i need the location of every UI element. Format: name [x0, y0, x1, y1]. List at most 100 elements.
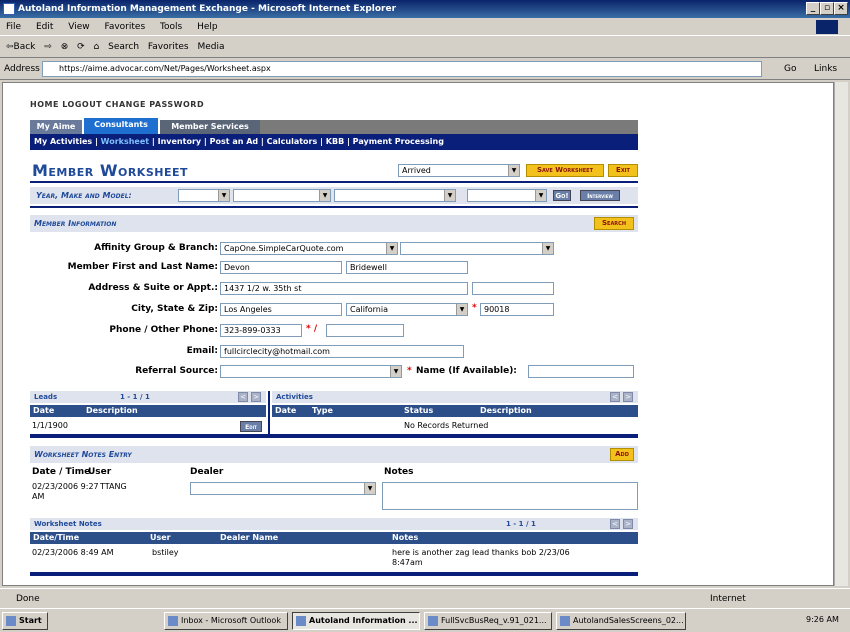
- taskbar-item-outlook[interactable]: Inbox - Microsoft Outlook: [164, 612, 288, 630]
- maximize-button[interactable]: ▫: [820, 2, 834, 15]
- home-icon[interactable]: ⌂: [94, 42, 100, 52]
- make-select[interactable]: ▼: [233, 189, 331, 202]
- leads-count: 1 - 1 / 1: [120, 393, 150, 401]
- nav-my-activities[interactable]: My Activities: [34, 137, 92, 146]
- state-select[interactable]: California ▼: [346, 303, 468, 316]
- start-button[interactable]: Start: [2, 612, 48, 630]
- interview-button[interactable]: Interview: [580, 190, 620, 201]
- windows-icon: [6, 616, 16, 626]
- internet-zone: Internet: [710, 594, 746, 604]
- notes-textarea[interactable]: [382, 482, 638, 510]
- taskbar-label: AutolandSalesScreens_02...: [573, 616, 684, 625]
- nav-post-ad[interactable]: Post an Ad: [210, 137, 259, 146]
- chevron-down-icon: ▼: [508, 165, 519, 176]
- trim-select[interactable]: ▼: [467, 189, 547, 202]
- taskbar-item-fullsvc[interactable]: FullSvcBusReq_v.91_021...: [424, 612, 552, 630]
- phone-field[interactable]: 323-899-0333: [220, 324, 302, 337]
- divider: [30, 206, 638, 208]
- prev-page-button[interactable]: <: [610, 392, 620, 402]
- referral-select[interactable]: ▼: [220, 365, 402, 378]
- favorites-button[interactable]: Favorites: [148, 42, 189, 52]
- next-page-button[interactable]: >: [623, 392, 633, 402]
- next-page-button[interactable]: >: [623, 519, 633, 529]
- email-label: Email:: [186, 346, 218, 356]
- outlook-icon: [168, 616, 178, 626]
- col-type: Type: [312, 406, 333, 415]
- next-page-button[interactable]: >: [251, 392, 261, 402]
- col-dealer-name: Dealer Name: [220, 533, 279, 542]
- leads-title: Leads: [34, 393, 58, 401]
- ymm-label: Year, Make and Model:: [36, 191, 132, 200]
- last-name-field[interactable]: Bridewell: [346, 261, 468, 274]
- forward-button[interactable]: ⇨: [44, 42, 52, 52]
- name-label: Member First and Last Name:: [67, 262, 218, 272]
- menu-favorites[interactable]: Favorites: [104, 22, 145, 32]
- suite-field[interactable]: [472, 282, 554, 295]
- refresh-icon[interactable]: ⟳: [77, 42, 85, 52]
- tab-member-services[interactable]: Member Services: [160, 120, 260, 134]
- taskbar-label: FullSvcBusReq_v.91_021...: [441, 616, 547, 625]
- back-button[interactable]: ⇦Back: [6, 42, 35, 52]
- save-worksheet-button[interactable]: Save Worksheet: [526, 164, 604, 177]
- close-button[interactable]: ×: [834, 2, 848, 15]
- member-info-bar: Member Information: [30, 215, 638, 232]
- search-button[interactable]: Search: [108, 42, 139, 52]
- tab-consultants[interactable]: Consultants: [84, 118, 158, 134]
- menu-edit[interactable]: Edit: [36, 22, 53, 32]
- branch-select[interactable]: ▼: [400, 242, 554, 255]
- first-name-field[interactable]: Devon: [220, 261, 342, 274]
- taskbar-item-autoland[interactable]: Autoland Information ...: [292, 612, 420, 630]
- affinity-select[interactable]: CapOne.SimpleCarQuote.com ▼: [220, 242, 398, 255]
- address-url: https://aime.advocar.com/Net/Pages/Works…: [59, 64, 271, 73]
- nav-calculators[interactable]: Calculators: [267, 137, 318, 146]
- dealer-select[interactable]: ▼: [190, 482, 376, 495]
- top-nav-links[interactable]: HOME LOGOUT CHANGE PASSWORD: [30, 100, 204, 109]
- nav-payment-processing[interactable]: Payment Processing: [353, 137, 444, 146]
- nav-kbb[interactable]: KBB: [326, 137, 344, 146]
- stop-icon[interactable]: ⊗: [61, 42, 69, 52]
- nav-worksheet[interactable]: Worksheet: [101, 137, 149, 146]
- add-note-button[interactable]: Add: [610, 448, 634, 461]
- leads-title-bar: Leads 1 - 1 / 1: [30, 391, 266, 403]
- search-button[interactable]: Search: [594, 217, 634, 230]
- col-dealer: Dealer: [190, 467, 224, 477]
- col-user: User: [150, 533, 171, 542]
- start-label: Start: [19, 616, 42, 625]
- status-select[interactable]: Arrived ▼: [398, 164, 520, 177]
- chevron-down-icon: ▼: [444, 190, 455, 201]
- other-phone-field[interactable]: [326, 324, 404, 337]
- taskbar-item-salesscreens[interactable]: AutolandSalesScreens_02...: [556, 612, 686, 630]
- city-field[interactable]: Los Angeles: [220, 303, 342, 316]
- menu-help[interactable]: Help: [197, 22, 218, 32]
- referral-name-field[interactable]: [528, 365, 634, 378]
- address-input[interactable]: https://aime.advocar.com/Net/Pages/Works…: [42, 61, 762, 77]
- go-ymm-button[interactable]: Go!: [553, 190, 571, 201]
- menu-file[interactable]: File: [6, 22, 21, 32]
- nav-inventory[interactable]: Inventory: [158, 137, 202, 146]
- address-field[interactable]: 1437 1/2 w. 35th st: [220, 282, 468, 295]
- notes-header: Date/Time User Dealer Name Notes: [30, 532, 638, 544]
- email-field[interactable]: fullcirclecity@hotmail.com: [220, 345, 464, 358]
- window-title-bar: Autoland Information Management Exchange…: [0, 0, 850, 18]
- menu-view[interactable]: View: [68, 22, 89, 32]
- required-marker: *: [407, 366, 412, 376]
- prev-page-button[interactable]: <: [238, 392, 248, 402]
- note-user: bstiley: [152, 548, 179, 557]
- media-button[interactable]: Media: [197, 42, 224, 52]
- status-value: Arrived: [402, 166, 431, 175]
- menu-tools[interactable]: Tools: [160, 22, 182, 32]
- col-user: User: [88, 467, 112, 477]
- tab-my-aime[interactable]: My Aime: [30, 120, 82, 134]
- powerpoint-icon: [560, 616, 570, 626]
- go-button[interactable]: Go: [784, 58, 796, 80]
- links-button[interactable]: Links: [814, 58, 837, 80]
- affinity-value: CapOne.SimpleCarQuote.com: [224, 244, 344, 253]
- exit-button[interactable]: Exit: [608, 164, 638, 177]
- minimize-button[interactable]: _: [806, 2, 820, 15]
- zip-field[interactable]: 90018: [480, 303, 554, 316]
- edit-lead-button[interactable]: Edit: [240, 421, 262, 432]
- year-select[interactable]: ▼: [178, 189, 230, 202]
- prev-page-button[interactable]: <: [610, 519, 620, 529]
- model-select[interactable]: ▼: [334, 189, 456, 202]
- vertical-scrollbar[interactable]: [834, 82, 848, 586]
